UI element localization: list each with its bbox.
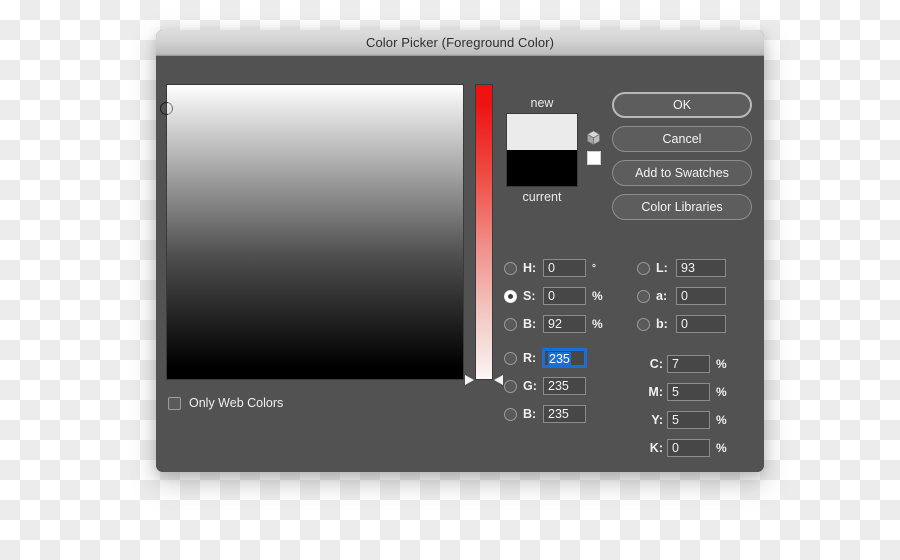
hsb-row-h[interactable]: H: 0 ° [504, 254, 603, 282]
current-color-swatch[interactable] [507, 150, 577, 186]
lab-row-a[interactable]: a: 0 [637, 282, 726, 310]
add-to-swatches-button[interactable]: Add to Swatches [612, 160, 752, 186]
unit-c: % [716, 357, 727, 371]
hsb-column: H: 0 ° S: 0 % B: 92 % [504, 254, 603, 338]
lab-row-l[interactable]: L: 93 [637, 254, 726, 282]
lab-row-b[interactable]: b: 0 [637, 310, 726, 338]
label-c: C: [649, 357, 663, 371]
label-s: S: [523, 289, 536, 303]
unit-b-brightness: % [592, 317, 603, 331]
unit-s: % [592, 289, 603, 303]
radio-s[interactable] [504, 289, 517, 303]
cmyk-column: C: 7 % M: 5 % Y: 5 % K: 0 % [647, 350, 727, 462]
label-b-lab: b: [656, 317, 668, 331]
label-h: H: [523, 261, 537, 275]
unit-y: % [716, 413, 727, 427]
field-k[interactable]: 0 [667, 439, 710, 457]
cmyk-row-k[interactable]: K: 0 % [647, 434, 727, 462]
slider-handle-right-icon[interactable] [494, 375, 503, 385]
label-b-blue: B: [523, 407, 537, 421]
only-web-colors-row[interactable]: Only Web Colors [168, 396, 283, 410]
color-field-marker[interactable] [160, 102, 173, 115]
cancel-button[interactable]: Cancel [612, 126, 752, 152]
field-b-lab[interactable]: 0 [676, 315, 726, 333]
label-k: K: [649, 441, 663, 455]
field-c[interactable]: 7 [667, 355, 710, 373]
field-y[interactable]: 5 [667, 411, 710, 429]
rgb-column: R: 235 G: 235 B: 235 [504, 344, 586, 428]
hsb-row-b[interactable]: B: 92 % [504, 310, 603, 338]
field-l[interactable]: 93 [676, 259, 726, 277]
only-web-colors-checkbox[interactable] [168, 396, 181, 410]
field-b-brightness[interactable]: 92 [543, 315, 586, 333]
radio-b-blue[interactable] [504, 407, 517, 421]
field-a[interactable]: 0 [676, 287, 726, 305]
cmyk-row-c[interactable]: C: 7 % [647, 350, 727, 378]
cmyk-row-y[interactable]: Y: 5 % [647, 406, 727, 434]
dialog-body: Only Web Colors OK Cancel Add to Swatche… [156, 56, 764, 472]
lab-column: L: 93 a: 0 b: 0 [637, 254, 726, 338]
label-r: R: [523, 351, 537, 365]
field-r[interactable]: 235 [543, 349, 586, 367]
color-swatch-stack[interactable] [506, 113, 578, 187]
label-g: G: [523, 379, 537, 393]
websafe-swatch-icon[interactable] [586, 151, 601, 165]
unit-m: % [716, 385, 727, 399]
dialog-titlebar[interactable]: Color Picker (Foreground Color) [156, 30, 764, 56]
current-color-label: current [522, 190, 562, 204]
unit-k: % [716, 441, 727, 455]
rgb-row-b[interactable]: B: 235 [504, 400, 586, 428]
unit-h: ° [592, 262, 596, 274]
radio-g[interactable] [504, 379, 517, 393]
label-y: Y: [651, 413, 663, 427]
label-l: L: [656, 261, 668, 275]
only-web-colors-label: Only Web Colors [189, 396, 284, 410]
hsb-row-s[interactable]: S: 0 % [504, 282, 603, 310]
label-m: M: [648, 385, 663, 399]
radio-h[interactable] [504, 261, 517, 275]
color-field-gradient[interactable] [160, 85, 463, 379]
page-title: Color Picker (Foreground Color) [365, 35, 555, 50]
field-r-selection: 235 [548, 352, 571, 366]
color-libraries-button[interactable]: Color Libraries [612, 194, 752, 220]
rgb-row-g[interactable]: G: 235 [504, 372, 586, 400]
field-m[interactable]: 5 [667, 383, 710, 401]
radio-r[interactable] [504, 351, 517, 365]
new-color-swatch[interactable] [507, 114, 577, 150]
cube-icon[interactable] [586, 130, 601, 146]
radio-l[interactable] [637, 261, 650, 275]
label-b-brightness: B: [523, 317, 537, 331]
label-a: a: [656, 289, 668, 303]
radio-a[interactable] [637, 289, 650, 303]
color-preview: new current [506, 96, 601, 204]
rgb-row-r[interactable]: R: 235 [504, 344, 586, 372]
radio-b-lab[interactable] [637, 317, 650, 331]
color-field[interactable] [160, 84, 464, 380]
new-color-label: new [530, 96, 554, 110]
gamut-warning-icons [586, 130, 601, 165]
cmyk-row-m[interactable]: M: 5 % [647, 378, 727, 406]
color-slider[interactable] [465, 84, 503, 385]
field-h[interactable]: 0 [543, 259, 586, 277]
field-g[interactable]: 235 [543, 377, 586, 395]
color-slider-gradient[interactable] [475, 84, 493, 380]
field-s[interactable]: 0 [543, 287, 586, 305]
slider-handle-left-icon[interactable] [465, 375, 474, 385]
color-picker-dialog: Color Picker (Foreground Color) Only Web… [156, 30, 764, 472]
dialog-buttons: OK Cancel Add to Swatches Color Librarie… [612, 92, 752, 220]
radio-b-brightness[interactable] [504, 317, 517, 331]
ok-button[interactable]: OK [612, 92, 752, 118]
field-b-blue[interactable]: 235 [543, 405, 586, 423]
